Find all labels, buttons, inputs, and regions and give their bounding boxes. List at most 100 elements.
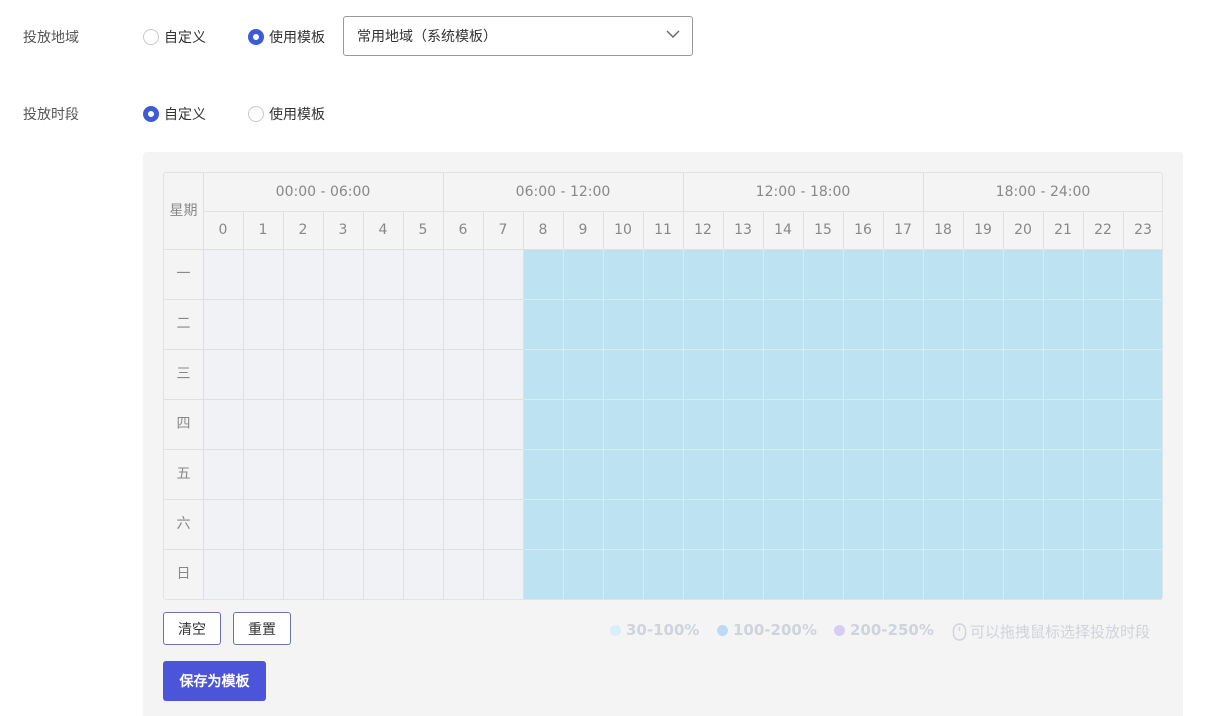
hour-header: 11 [654, 222, 672, 238]
hour-header: 3 [338, 222, 348, 238]
radio-label: 自定义 [164, 30, 206, 46]
hour-header: 18 [934, 222, 952, 238]
grid-line [1083, 211, 1084, 249]
hour-header: 8 [538, 222, 548, 238]
legend-label: 30-100% [626, 621, 700, 639]
grid-line [323, 211, 324, 249]
grid-line [483, 211, 484, 249]
radio-label: 使用模板 [269, 30, 325, 46]
grid-line [923, 173, 924, 249]
radio-circle-icon [248, 106, 264, 122]
grid-line [283, 211, 284, 249]
hour-header: 15 [814, 222, 832, 238]
grid-line [243, 211, 244, 249]
grid-line [523, 211, 524, 249]
hour-header: 20 [1014, 222, 1032, 238]
grid-line [843, 249, 844, 599]
grid-line [883, 211, 884, 249]
grid-line [323, 249, 324, 599]
legend-label: 100-200% [733, 621, 817, 639]
hour-header: 7 [498, 222, 508, 238]
legend-label: 200-250% [850, 621, 934, 639]
radio-selected-icon [248, 29, 264, 45]
hour-header: 14 [774, 222, 792, 238]
time-range-header: 18:00 - 24:00 [995, 184, 1091, 200]
radio-circle-icon [143, 29, 159, 45]
grid-line [803, 249, 804, 599]
grid-line [1083, 249, 1084, 599]
grid-line [603, 249, 604, 599]
grid-line [723, 211, 724, 249]
grid-line [643, 211, 644, 249]
radio-label: 使用模板 [269, 107, 325, 123]
hour-header: 23 [1134, 222, 1152, 238]
grid-line [683, 249, 684, 599]
grid-line [763, 249, 764, 599]
day-label: 四 [176, 416, 191, 432]
region-label: 投放地域 [23, 30, 79, 46]
grid-line [803, 211, 804, 249]
hour-header: 16 [854, 222, 872, 238]
grid-line [1123, 249, 1124, 599]
grid-line [563, 211, 564, 249]
clear-button[interactable]: 清空 [163, 612, 221, 645]
grid-line [843, 211, 844, 249]
day-label: 三 [176, 366, 191, 382]
grid-line [1043, 249, 1044, 599]
hour-header: 0 [218, 222, 228, 238]
hour-header: 2 [298, 222, 308, 238]
time-range-header: 06:00 - 12:00 [515, 184, 611, 200]
time-schedule-grid[interactable]: 星期 00:00 - 06:00 06:00 - 12:00 12:00 - 18:0… [163, 172, 1163, 600]
day-label: 二 [176, 316, 191, 332]
period-label: 投放时段 [23, 107, 79, 123]
grid-line [923, 249, 924, 599]
period-radio-custom[interactable]: 自定义 [143, 104, 206, 124]
save-template-button[interactable]: 保存为模板 [163, 661, 266, 701]
grid-corner-label: 星期 [169, 203, 198, 219]
legend-dot [717, 624, 728, 636]
day-label: 日 [176, 566, 191, 582]
hour-header: 6 [458, 222, 468, 238]
grid-line [1043, 211, 1044, 249]
grid-line [443, 249, 444, 599]
region-radio-template[interactable]: 使用模板 [248, 27, 325, 47]
reset-button[interactable]: 重置 [233, 612, 291, 645]
grid-line [643, 249, 644, 599]
grid-line [243, 249, 244, 599]
hint-text: 可以拖拽鼠标选择投放时段 [970, 623, 1151, 641]
drag-hint: 可以拖拽鼠标选择投放时段 [952, 621, 1150, 642]
radio-selected-icon [143, 106, 159, 122]
hour-header: 13 [734, 222, 752, 238]
grid-line [963, 211, 964, 249]
legend-item: 100-200% [717, 621, 817, 639]
time-range-header: 12:00 - 18:00 [755, 184, 851, 200]
grid-line [283, 249, 284, 599]
grid-line [1003, 249, 1004, 599]
hour-header: 10 [614, 222, 632, 238]
legend-dot [834, 624, 845, 636]
grid-line [563, 249, 564, 599]
region-radio-custom[interactable]: 自定义 [143, 27, 206, 47]
grid-line [403, 249, 404, 599]
hour-header: 5 [418, 222, 428, 238]
grid-line [443, 173, 444, 249]
grid-line [963, 249, 964, 599]
day-label: 一 [176, 266, 191, 282]
period-radio-template[interactable]: 使用模板 [248, 104, 325, 124]
hour-header: 12 [694, 222, 712, 238]
grid-line [363, 211, 364, 249]
hour-header: 22 [1094, 222, 1112, 238]
mouse-icon [952, 622, 967, 641]
grid-line [763, 211, 764, 249]
grid-line [603, 211, 604, 249]
grid-line [683, 173, 684, 249]
region-template-select[interactable]: 常用地域（系统模板） [343, 16, 693, 56]
grid-line [723, 249, 724, 599]
hour-header: 4 [378, 222, 388, 238]
grid-line [403, 211, 404, 249]
hour-header: 9 [578, 222, 588, 238]
grid-line [164, 249, 1162, 250]
grid-line [363, 249, 364, 599]
time-range-header: 00:00 - 06:00 [275, 184, 371, 200]
grid-line [883, 249, 884, 599]
